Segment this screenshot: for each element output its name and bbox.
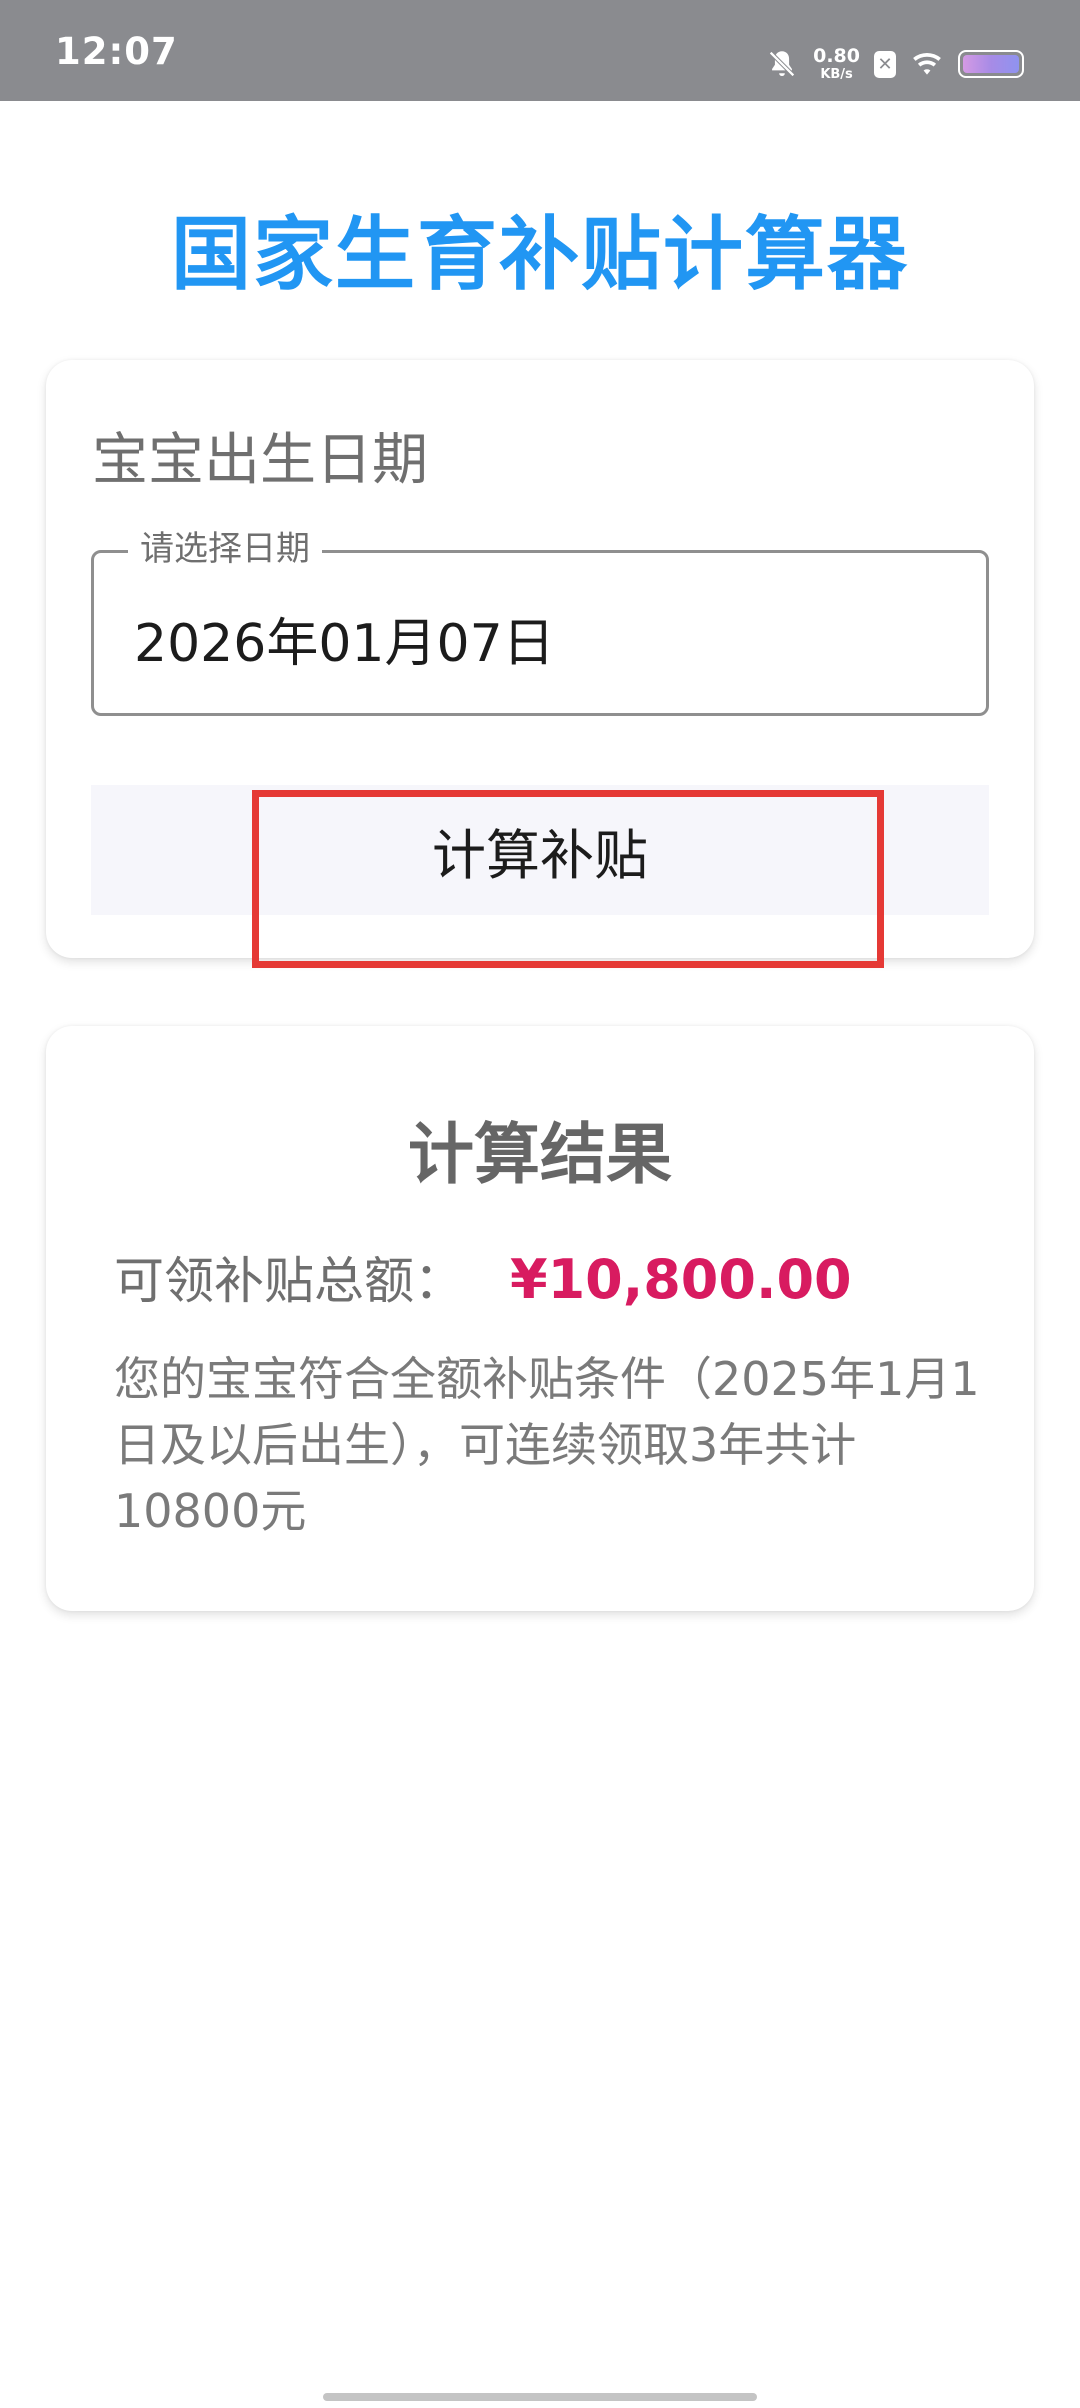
result-description: 您的宝宝符合全额补贴条件（2025年1月1日及以后出生），可连续领取3年共计10… (114, 1352, 980, 1538)
wifi-icon (913, 52, 941, 75)
bell-muted-icon (769, 51, 795, 77)
calculate-subsidy-button[interactable]: 计算补贴 (91, 785, 989, 915)
page-title: 国家生育补贴计算器 (171, 208, 909, 301)
net-speed: 0.80 KB/s (813, 45, 860, 82)
result-amount-row: 可领补贴总额： ¥10,800.00 (114, 1241, 974, 1313)
birth-date-card: 宝宝出生日期 请选择日期 2026年01月07日 计算补贴 (46, 360, 1034, 958)
date-field-label: 请选择日期 (128, 527, 322, 571)
net-speed-value: 0.80 (813, 45, 860, 67)
birth-date-label: 宝宝出生日期 (92, 428, 428, 493)
sim-icon: ✕ (874, 50, 896, 78)
status-time: 12:07 (55, 30, 178, 73)
battery-icon (958, 50, 1024, 78)
net-speed-unit: KB/s (820, 67, 853, 82)
result-title: 计算结果 (408, 1116, 672, 1193)
status-bar: 12:07 0.80 KB/s ✕ (0, 0, 1080, 101)
result-card: 计算结果 可领补贴总额： ¥10,800.00 您的宝宝符合全额补贴条件（202… (46, 1026, 1034, 1611)
amount-value: ¥10,800.00 (510, 1248, 852, 1311)
home-indicator[interactable] (323, 2393, 757, 2401)
date-field-value: 2026年01月07日 (134, 614, 555, 674)
amount-label: 可领补贴总额： (114, 1252, 464, 1310)
battery-level (963, 55, 1019, 73)
birth-date-field[interactable]: 请选择日期 2026年01月07日 (91, 527, 989, 716)
status-icons: 0.80 KB/s ✕ (765, 42, 1024, 86)
